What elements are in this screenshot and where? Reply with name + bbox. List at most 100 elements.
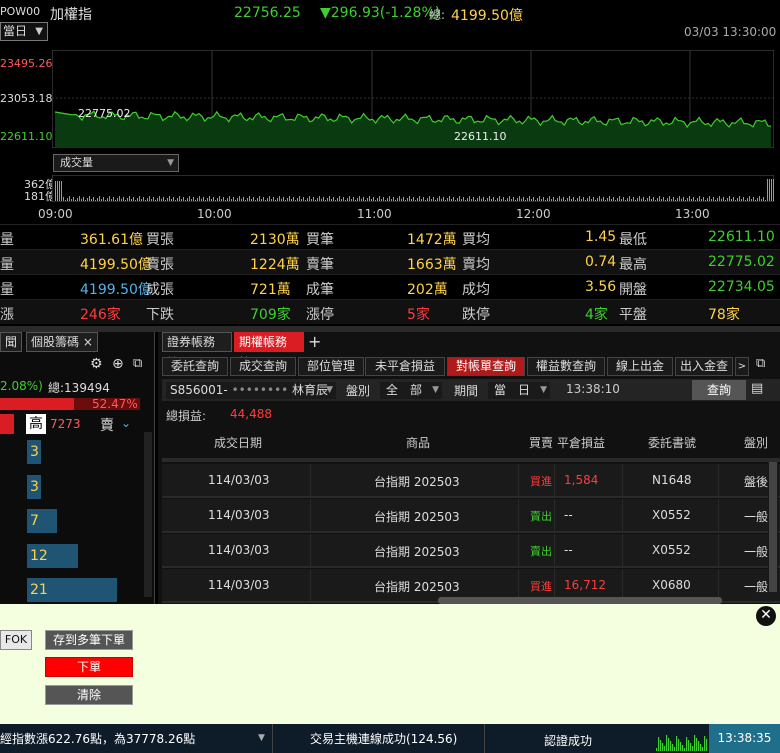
subtab-5[interactable]: 權益數查詢 <box>527 357 605 376</box>
volume-bar <box>603 197 604 201</box>
col-product: 商品 <box>406 436 431 450</box>
volume-bar <box>405 200 406 201</box>
mini-bar <box>680 742 682 751</box>
volume-bar <box>113 197 114 201</box>
quote-label: 賣均 <box>462 257 490 273</box>
total-pl-label: 總損益: <box>166 409 207 423</box>
subtab-4[interactable]: 對帳單查詢 <box>447 357 525 376</box>
subtab-7[interactable]: 出入金查 <box>675 357 733 376</box>
volume-bar <box>413 197 414 201</box>
add-icon[interactable]: ⊕ <box>112 356 124 372</box>
period-select[interactable]: 當 日 ▼ <box>488 382 550 399</box>
high-label: 高 <box>26 414 46 434</box>
quote-label: 賣張 <box>146 257 174 273</box>
volume-bar <box>61 181 62 201</box>
col-session: 盤別 <box>744 436 769 450</box>
tab-futures[interactable]: 期權帳務 × <box>234 332 304 367</box>
quote-row: 量 361.61億 買張 2130萬 買筆 1472萬 買均 1.45 最低 22611.10 <box>0 224 780 249</box>
export-icon[interactable]: ▤ <box>751 381 763 396</box>
volume-bar <box>427 198 428 201</box>
chevron-down-icon[interactable]: ⌄ <box>121 416 131 430</box>
add-tab-icon[interactable]: + <box>308 332 321 351</box>
session-select[interactable]: 全 部 ▼ <box>380 382 442 399</box>
tab-chips[interactable]: 個股籌碼 × <box>26 332 98 352</box>
place-order-button[interactable]: 下單 <box>45 657 133 677</box>
filter-bar: S856001- •••••••• 林育辰 ▼ 盤別 全 部 ▼ 期間 當 日 ▼ 1… <box>162 379 780 401</box>
volume-bar <box>65 200 66 201</box>
volume-bar <box>111 199 112 201</box>
volume-bar <box>735 200 736 201</box>
volume-bar <box>699 196 700 201</box>
volume-bar <box>211 199 212 201</box>
volume-select[interactable]: 成交量 ▼ <box>53 154 179 172</box>
tab-news[interactable]: 聞 <box>0 332 22 352</box>
volume-bar <box>81 199 82 201</box>
trade-side: 買進 <box>530 475 552 488</box>
gear-icon[interactable]: ⚙ <box>90 356 103 372</box>
account-select[interactable]: S856001- •••••••• 林育辰 ▼ <box>166 382 336 399</box>
volume-bar <box>411 199 412 201</box>
popout-icon[interactable]: ⧉ <box>756 356 765 371</box>
clear-button[interactable]: 清除 <box>45 685 133 705</box>
clock: 13:38:35 <box>709 724 780 753</box>
volume-bar <box>591 199 592 201</box>
volume-bar <box>71 199 72 201</box>
table-row[interactable]: 114/03/03 台指期 202503 買進 1,584 N1648 盤後 <box>162 464 780 498</box>
volume-bar <box>609 196 610 201</box>
volume-bar <box>757 198 758 201</box>
volume-bar <box>569 196 570 201</box>
low-point-label: 22611.10 <box>454 130 507 143</box>
volume-bar <box>291 199 292 201</box>
chevron-down-icon[interactable]: ▼ <box>258 733 265 743</box>
volume-bar <box>349 196 350 201</box>
mini-bar <box>694 735 696 751</box>
horizontal-scrollbar[interactable] <box>438 597 722 604</box>
price-chart <box>52 50 774 148</box>
table-row[interactable]: 114/03/03 台指期 202503 賣出 -- X0552 一般 <box>162 534 780 568</box>
volume-bar <box>549 196 550 201</box>
quote-value: 202萬 <box>407 282 448 298</box>
trade-date: 114/03/03 <box>208 578 270 592</box>
volume-bar <box>283 197 284 201</box>
volume-bar <box>629 196 630 201</box>
query-button[interactable]: 查詢 <box>692 380 746 400</box>
fok-button[interactable]: FOK <box>0 630 32 650</box>
subtab-3[interactable]: 未平倉損益 <box>365 357 445 376</box>
volume-bar <box>705 200 706 201</box>
table-scrollbar[interactable] <box>768 462 778 592</box>
volume-bar <box>421 199 422 201</box>
save-multi-order-button[interactable]: 存到多筆下單 <box>45 630 133 650</box>
subtab-6[interactable]: 線上出金 <box>607 357 673 376</box>
volume-bar <box>299 196 300 201</box>
volume-bar <box>229 196 230 201</box>
volume-bar <box>383 197 384 201</box>
volume-bar <box>165 200 166 201</box>
range-select[interactable]: 當日 ▼ <box>0 22 48 41</box>
volume-bar <box>195 200 196 201</box>
volume-bar <box>697 198 698 201</box>
subtab-2[interactable]: 部位管理 <box>298 357 364 376</box>
volume-bar <box>681 199 682 201</box>
table-row[interactable]: 114/03/03 台指期 202503 賣出 -- X0552 一般 <box>162 499 780 533</box>
close-icon[interactable]: ✕ <box>756 606 776 626</box>
tab-securities[interactable]: 證券帳務 × <box>162 332 232 367</box>
volume-bar <box>723 197 724 201</box>
volume-bar <box>493 197 494 201</box>
volume-bar <box>527 198 528 201</box>
volume-bar <box>601 199 602 201</box>
trade-session: 一般 <box>744 545 769 559</box>
volume-bar <box>215 200 216 201</box>
close-icon[interactable]: × <box>83 335 93 349</box>
chevron-right-icon[interactable]: > <box>735 357 749 376</box>
trade-product: 台指期 202503 <box>374 545 460 559</box>
subtab-1[interactable]: 成交查詢 <box>230 357 296 376</box>
mini-bar <box>676 736 678 751</box>
volume-bar <box>759 196 760 201</box>
subtab-0[interactable]: 委託查詢 <box>162 357 228 376</box>
scrollbar[interactable] <box>144 432 152 597</box>
popout-icon[interactable]: ⧉ <box>133 356 142 371</box>
volume-bar <box>587 198 588 201</box>
volume-bar <box>93 197 94 201</box>
volume-bar <box>737 198 738 201</box>
volume-bar <box>171 199 172 201</box>
